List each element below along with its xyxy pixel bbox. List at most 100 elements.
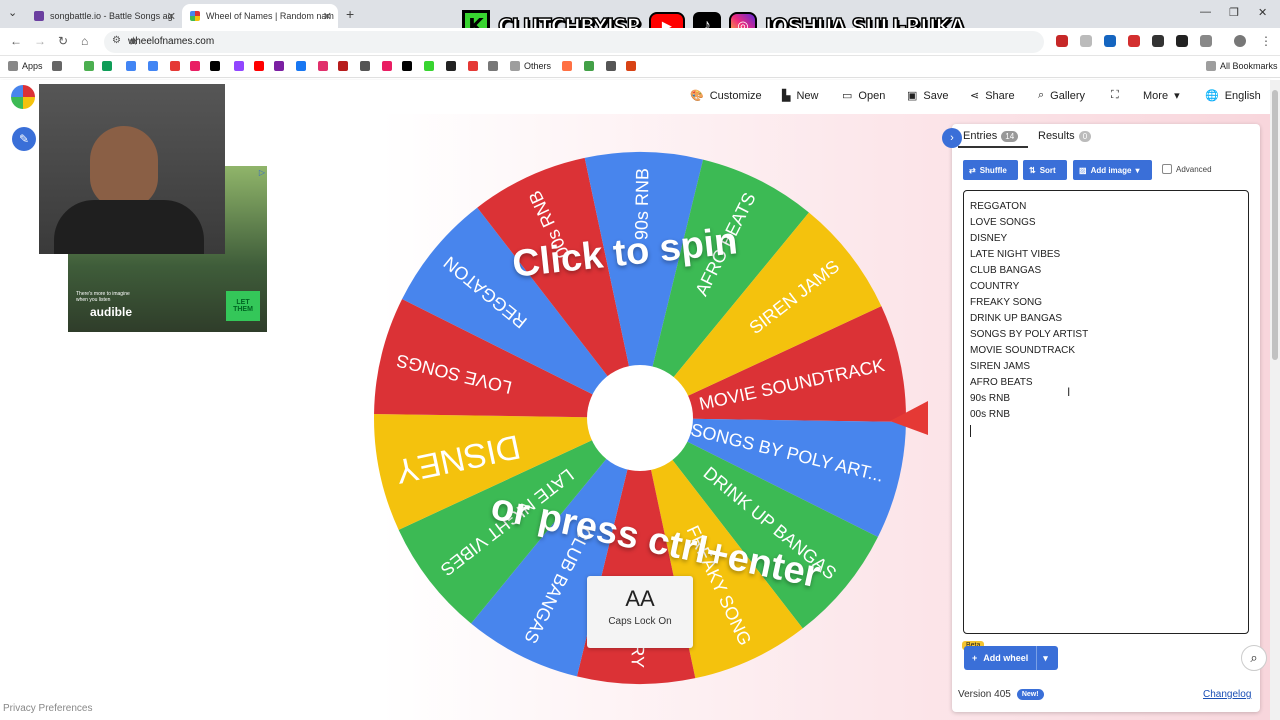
bookmark-icon[interactable] (446, 61, 456, 71)
add-wheel-button[interactable]: + Add wheel ▾ (964, 646, 1058, 670)
instagram-bookmark-icon[interactable] (318, 61, 328, 71)
zoom-search-icon[interactable]: ⌕ (1241, 645, 1267, 671)
page-scrollbar[interactable] (1270, 80, 1280, 720)
bookmark-icon[interactable] (468, 61, 478, 71)
others-bookmark-folder[interactable]: Others (524, 61, 551, 71)
url-field[interactable]: ⚙ wheelofnames.com ★ (104, 31, 1044, 53)
extension-icon[interactable] (1056, 35, 1068, 47)
tiktok-bookmark-icon[interactable] (210, 61, 220, 71)
new-button[interactable]: ▙ New (782, 89, 818, 103)
home-icon[interactable]: ⌂ (81, 34, 88, 48)
bookmark-icon[interactable] (584, 61, 594, 71)
scrollbar-thumb[interactable] (1272, 90, 1278, 360)
bookmark-icon[interactable] (126, 61, 136, 71)
site-info-icon[interactable]: ⚙ (112, 35, 121, 46)
bookmark-star-icon[interactable]: ★ (128, 34, 1034, 48)
twitch-bookmark-icon[interactable] (234, 61, 244, 71)
tab-wheel-of-names[interactable]: Wheel of Names | Random nam ✕ (182, 4, 338, 28)
entry-line[interactable]: 00s RNB (970, 407, 1242, 423)
bookmark-icon[interactable] (102, 61, 112, 71)
apps-bookmark[interactable]: Apps (22, 61, 43, 71)
bookmark-icon[interactable] (606, 61, 616, 71)
bookmark-icon[interactable] (360, 61, 370, 71)
gallery-button[interactable]: ⌕ Gallery (1038, 89, 1085, 102)
extension-icon[interactable] (1176, 35, 1188, 47)
back-icon[interactable]: ← (10, 34, 22, 48)
extensions-puzzle-icon[interactable] (1200, 35, 1212, 47)
add-wheel-caret-icon[interactable]: ▾ (1037, 653, 1054, 664)
close-tab-icon[interactable]: ✕ (323, 10, 332, 23)
wheel-center-hub[interactable] (587, 365, 693, 471)
all-bookmarks[interactable]: All Bookmarks (1220, 61, 1278, 71)
entry-line[interactable]: DISNEY (970, 231, 1242, 247)
language-button[interactable]: 🌐 English (1205, 89, 1261, 103)
profile-avatar[interactable] (1234, 35, 1246, 47)
bookmark-icon[interactable] (488, 61, 498, 71)
bookmark-icon[interactable] (170, 61, 180, 71)
changelog-link[interactable]: Changelog (1203, 689, 1251, 700)
entry-line[interactable]: 90s RNB (970, 391, 1242, 407)
more-button[interactable]: More ▾ (1143, 89, 1180, 103)
save-button[interactable]: ▣ Save (907, 89, 948, 103)
minimize-icon[interactable]: — (1200, 6, 1211, 18)
new-tab-icon[interactable]: + (346, 6, 354, 22)
kick-bookmark-icon[interactable] (424, 61, 434, 71)
bookmark-icon[interactable] (148, 61, 158, 71)
bookmark-icon[interactable] (626, 61, 636, 71)
checkbox-box[interactable] (1162, 164, 1172, 174)
tab-results[interactable]: Results 0 (1038, 130, 1092, 142)
restore-icon[interactable]: ❐ (1229, 6, 1239, 19)
advanced-checkbox[interactable]: Advanced (1162, 164, 1212, 174)
entry-line[interactable]: CLUB BANGAS (970, 263, 1242, 279)
apps-grid-icon[interactable] (8, 61, 18, 71)
tab-songbattle[interactable]: songbattle.io - Battle Songs ag ✕ (26, 4, 182, 28)
entry-line[interactable]: AFRO BEATS (970, 375, 1242, 391)
entry-line[interactable]: REGGATON (970, 199, 1242, 215)
entry-line[interactable]: LATE NIGHT VIBES (970, 247, 1242, 263)
entry-line[interactable]: LOVE SONGS (970, 215, 1242, 231)
sort-button[interactable]: ⇅ Sort (1023, 160, 1067, 180)
youtube-bookmark-icon[interactable] (254, 61, 264, 71)
close-window-icon[interactable]: ✕ (1258, 6, 1267, 19)
forward-icon[interactable]: → (34, 34, 46, 48)
entry-line[interactable]: SONGS BY POLY ARTIST (970, 327, 1242, 343)
folder-icon[interactable] (510, 61, 520, 71)
bookmark-icon[interactable] (562, 61, 572, 71)
ad-cta-button[interactable]: LET THEM (226, 291, 260, 321)
entry-line[interactable]: MOVIE SOUNDTRACK (970, 343, 1242, 359)
folder-icon[interactable] (1206, 61, 1216, 71)
edit-pencil-icon[interactable]: ✎ (12, 127, 36, 151)
tab-search-icon[interactable]: ⌄ (8, 6, 17, 19)
tab-entries[interactable]: Entries 14 (963, 130, 1019, 142)
open-button[interactable]: ▭ Open (842, 89, 885, 103)
entries-textarea[interactable]: REGGATON LOVE SONGS DISNEY LATE NIGHT VIBES… (963, 190, 1249, 634)
bookmark-icon[interactable] (382, 61, 392, 71)
share-button[interactable]: ⋖ Share (970, 89, 1015, 103)
extension-icon[interactable] (1152, 35, 1164, 47)
bookmark-icon[interactable] (274, 61, 284, 71)
extension-icon[interactable] (1128, 35, 1140, 47)
entry-line[interactable]: SIREN JAMS (970, 359, 1242, 375)
bookmark-icon[interactable] (190, 61, 200, 71)
customize-button[interactable]: 🎨 Customize (690, 89, 762, 103)
extension-icon[interactable] (1104, 35, 1116, 47)
entry-line[interactable]: DRINK UP BANGAS (970, 311, 1242, 327)
ad-info-icon[interactable]: ▷ (259, 168, 265, 177)
facebook-bookmark-icon[interactable] (296, 61, 306, 71)
bookmark-icon[interactable] (52, 61, 62, 71)
close-tab-icon[interactable]: ✕ (167, 10, 176, 23)
add-image-button[interactable]: ▨ Add image ▾ (1073, 160, 1152, 180)
browser-menu-icon[interactable]: ⋮ (1260, 34, 1272, 48)
privacy-preferences-link[interactable]: Privacy Preferences (3, 703, 92, 714)
entry-line[interactable]: FREAKY SONG (970, 295, 1242, 311)
netflix-bookmark-icon[interactable] (338, 61, 348, 71)
extension-icon[interactable] (1080, 35, 1092, 47)
collapse-panel-icon[interactable]: › (942, 128, 962, 148)
wheel-logo[interactable] (11, 85, 35, 109)
bookmark-icon[interactable] (84, 61, 94, 71)
shuffle-button[interactable]: ⇄ Shuffle (963, 160, 1018, 180)
reload-icon[interactable]: ↻ (58, 34, 68, 48)
add-wheel-main[interactable]: + Add wheel (964, 646, 1038, 670)
x-bookmark-icon[interactable] (402, 61, 412, 71)
fullscreen-button[interactable]: ⛶ (1111, 89, 1119, 102)
